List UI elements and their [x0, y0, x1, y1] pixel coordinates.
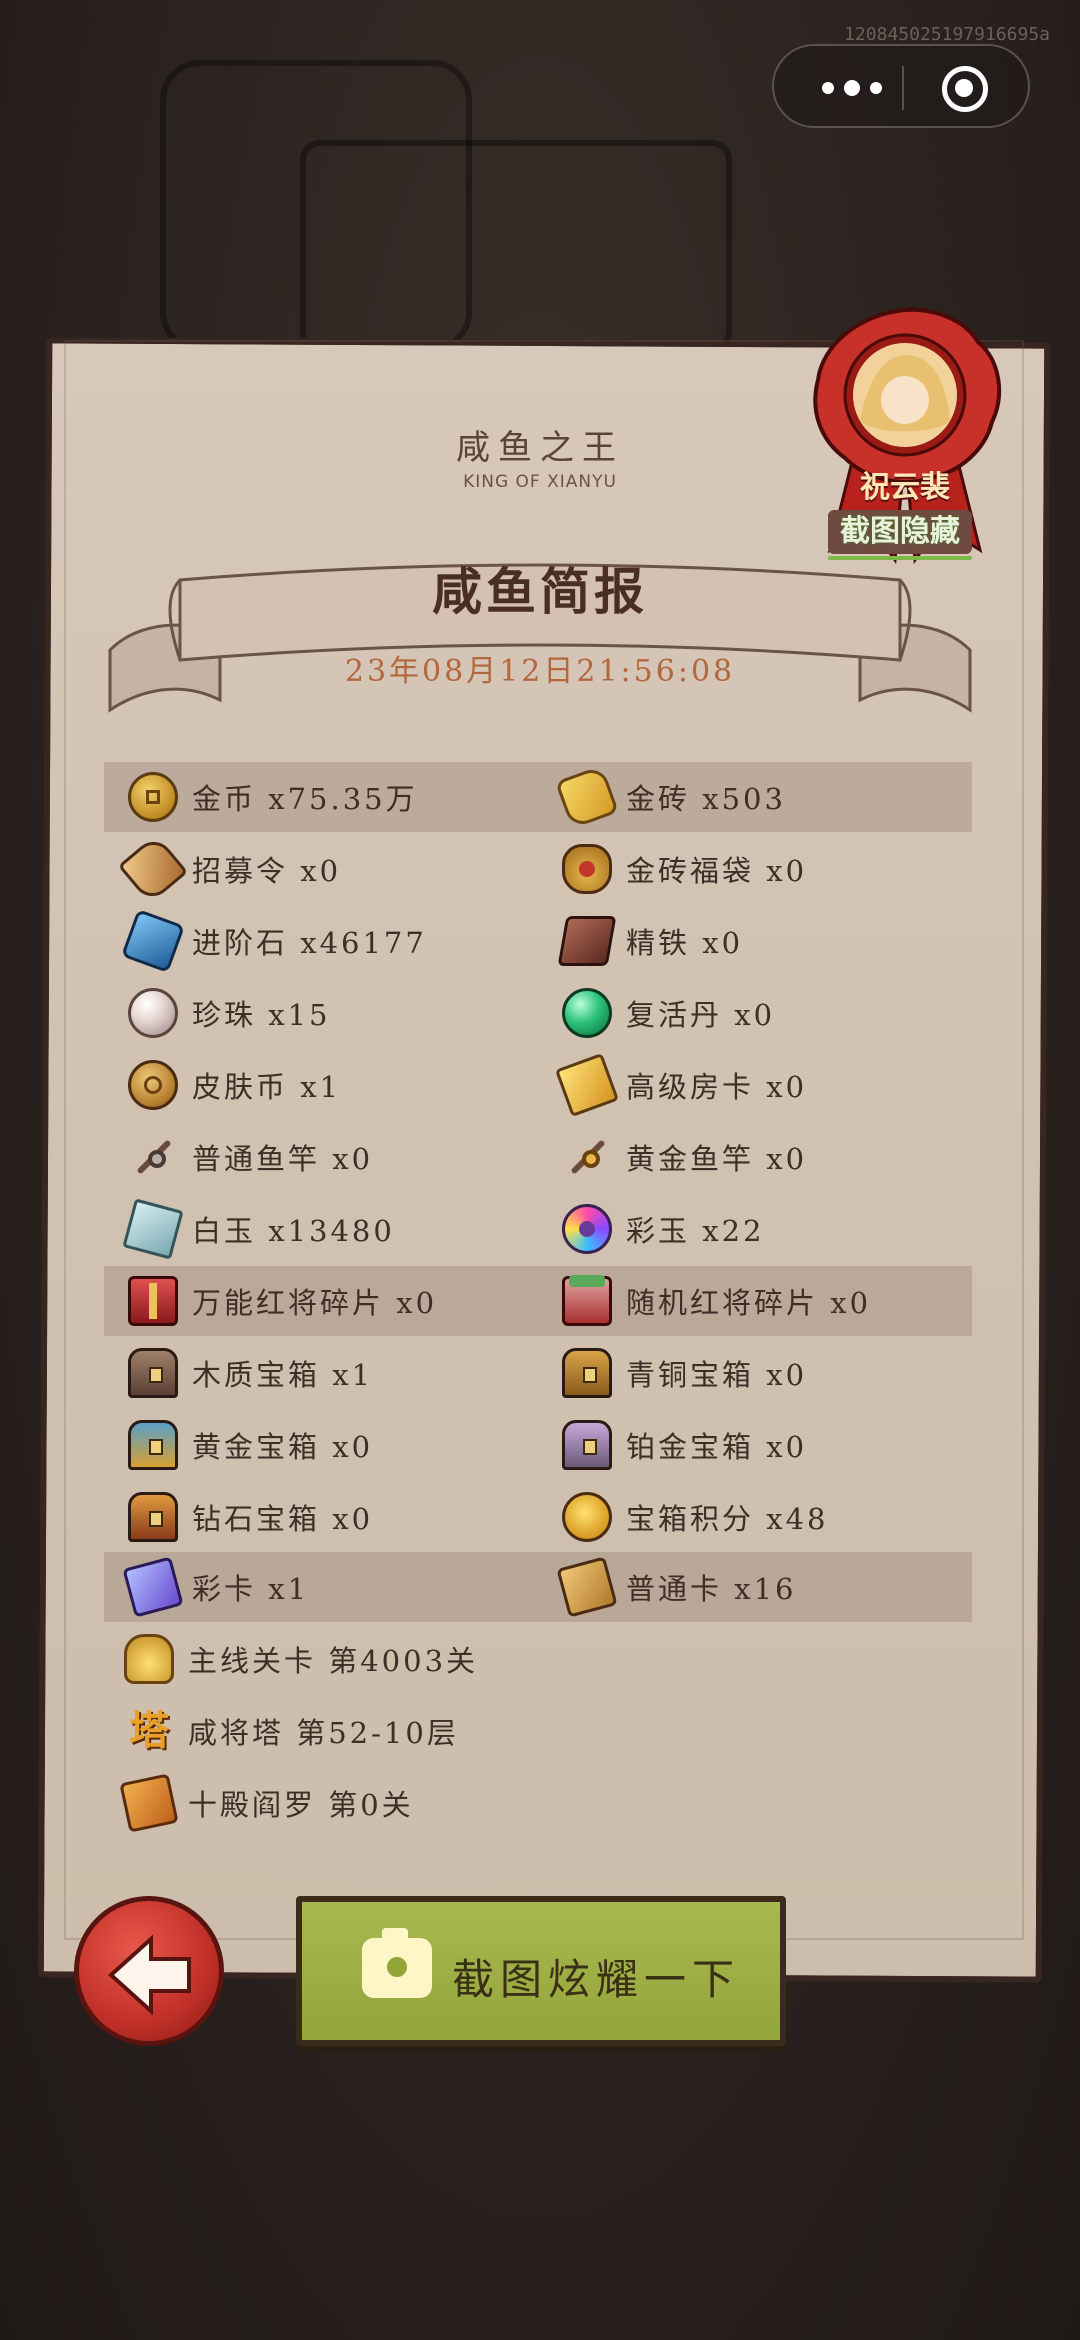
- recruit-token-icon: [117, 833, 189, 905]
- screenshot-button-label: 截图炫耀一下: [452, 1955, 741, 2004]
- golden-rod-icon: [562, 1132, 612, 1182]
- resource-item: 高级房卡 x0: [554, 1052, 807, 1118]
- more-menu-button[interactable]: [812, 72, 892, 104]
- gold-coin-icon: [128, 772, 178, 822]
- device-id: 120845025197916695a: [844, 24, 1050, 45]
- resource-item: 万能红将碎片 x0: [128, 1271, 437, 1331]
- resource-item: 铂金宝箱 x0: [562, 1415, 807, 1475]
- white-jade-icon: [122, 1198, 184, 1260]
- gold-brick-bag-icon: [562, 844, 612, 894]
- resource-item: 白玉 x13480: [122, 1198, 395, 1260]
- resource-item: 珍珠 x15: [128, 983, 330, 1043]
- background-decoration: [300, 140, 732, 352]
- resource-item: 钻石宝箱 x0: [128, 1487, 373, 1547]
- resource-item: 彩玉 x22: [562, 1199, 764, 1259]
- bronze-chest-icon: [562, 1348, 612, 1398]
- more-dots-icon: [870, 82, 882, 94]
- tower-icon: 塔: [129, 1707, 169, 1754]
- resource-item: 黄金宝箱 x0: [128, 1415, 373, 1475]
- fishing-rod-icon: [128, 1132, 178, 1182]
- close-mini-program-button[interactable]: [942, 66, 988, 112]
- color-jade-icon: [562, 1204, 612, 1254]
- resource-item: 黄金鱼竿 x0: [562, 1127, 807, 1187]
- resource-item: 木质宝箱 x1: [128, 1343, 373, 1403]
- screenshot-share-button[interactable]: 截图炫耀一下: [296, 1896, 786, 2046]
- resource-item: 精铁 x0: [557, 911, 743, 971]
- camera-icon: [362, 1928, 432, 1998]
- capsule-divider: [902, 66, 904, 110]
- ten-halls-icon: [119, 1773, 179, 1833]
- room-card-icon: [554, 1052, 620, 1118]
- resource-item: 金砖福袋 x0: [562, 839, 807, 899]
- color-card-icon: [122, 1556, 184, 1618]
- diamond-chest-icon: [128, 1492, 178, 1542]
- advance-stone-icon: [120, 908, 186, 974]
- report-datetime: 23年08月12日21:56:08: [344, 654, 736, 689]
- resource-item: 进阶石 x46177: [120, 908, 427, 974]
- resource-item: 普通鱼竿 x0: [128, 1127, 373, 1187]
- resource-item: 随机红将碎片 x0: [562, 1271, 871, 1331]
- refined-iron-icon: [557, 916, 617, 966]
- gold-brick-icon: [554, 764, 620, 830]
- normal-card-icon: [556, 1556, 618, 1618]
- player-name: 祝云裴: [860, 470, 950, 505]
- resource-item: 金币 x75.35万: [128, 767, 418, 827]
- progress-item: 塔咸将塔 第52-10层: [124, 1701, 459, 1761]
- resource-item: 皮肤币 x1: [128, 1055, 341, 1115]
- resource-item: 金砖 x503: [554, 764, 786, 830]
- resource-item: 青铜宝箱 x0: [562, 1343, 807, 1403]
- random-fragment-icon: [562, 1275, 612, 1326]
- pearl-icon: [128, 988, 178, 1038]
- resource-item: 宝箱积分 x48: [562, 1487, 828, 1547]
- wooden-chest-icon: [128, 1348, 178, 1398]
- golden-chest-icon: [128, 1420, 178, 1470]
- resource-item: 彩卡 x1: [122, 1556, 309, 1618]
- resource-item: 复活丹 x0: [562, 983, 775, 1043]
- hide-screenshot-toggle[interactable]: 截图隐藏: [828, 510, 972, 560]
- progress-item: 十殿阎罗 第0关: [119, 1773, 414, 1833]
- resource-item: 普通卡 x16: [556, 1556, 796, 1618]
- chest-points-icon: [562, 1492, 612, 1542]
- progress-item: 主线关卡 第4003关: [124, 1629, 478, 1689]
- back-button[interactable]: [74, 1896, 224, 2046]
- skin-coin-icon: [128, 1060, 178, 1110]
- revive-pill-icon: [562, 988, 612, 1038]
- more-dots-icon: [844, 80, 860, 96]
- red-general-fragment-icon: [128, 1276, 178, 1326]
- more-dots-icon: [822, 82, 834, 94]
- resource-item: 招募令 x0: [117, 833, 341, 905]
- mini-program-capsule: [772, 44, 1030, 128]
- platinum-chest-icon: [562, 1420, 612, 1470]
- main-stage-icon: [124, 1634, 174, 1684]
- back-arrow-icon: [108, 1934, 191, 2016]
